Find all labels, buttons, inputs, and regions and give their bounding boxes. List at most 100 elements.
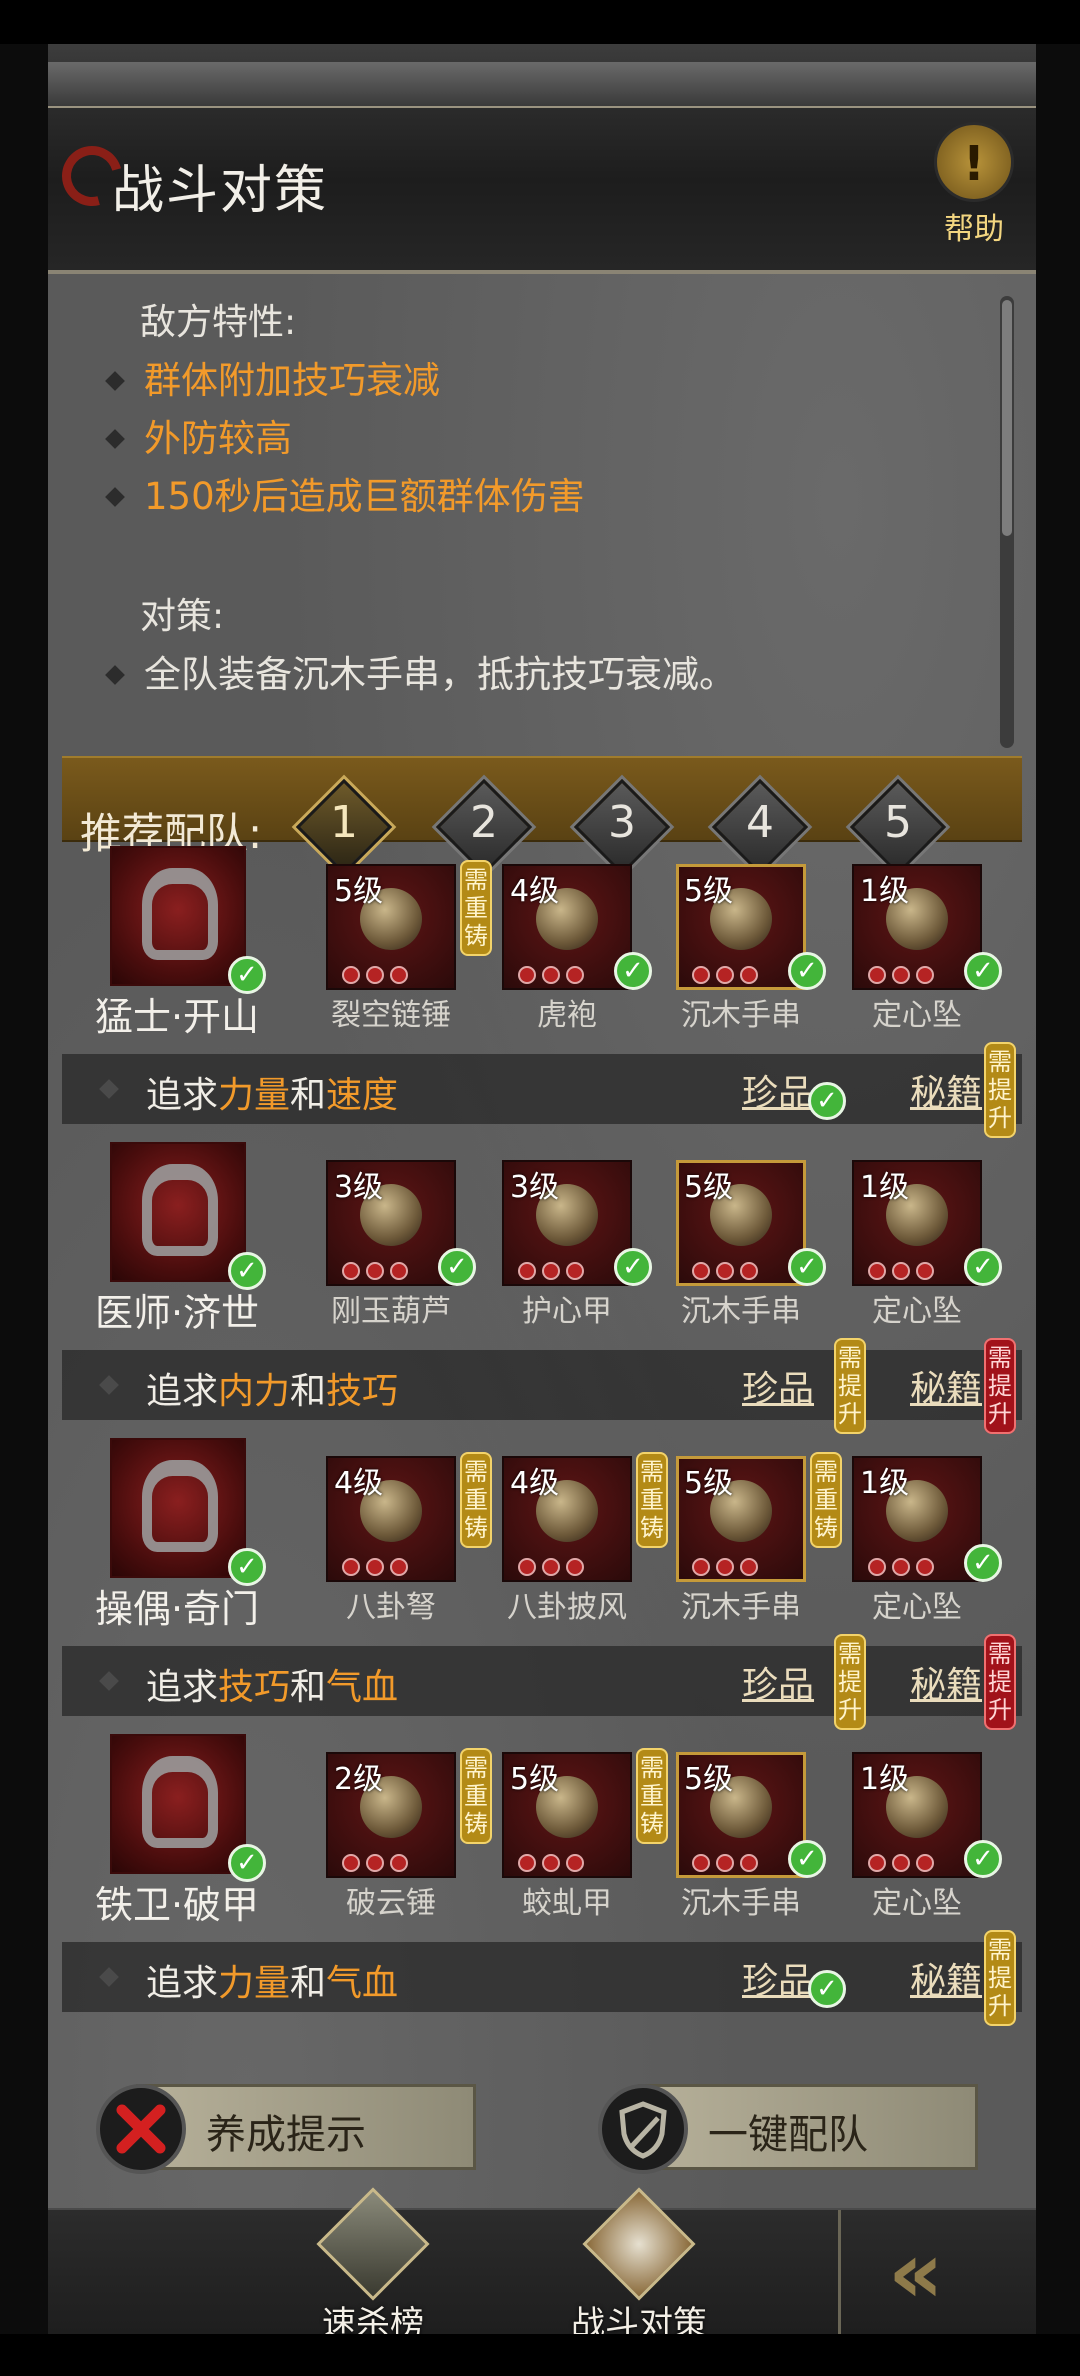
enemy-trait-item: 群体附加技巧衰减 [88, 352, 1018, 410]
equipment-level: 4级 [510, 874, 560, 909]
equipment-slot[interactable]: 3级护心甲 [502, 1160, 632, 1329]
puppeteer-emblem-icon [142, 1460, 218, 1552]
hero-portrait[interactable] [110, 1142, 246, 1282]
equipment-slot[interactable]: 5级 沉木手串 [676, 864, 806, 1033]
equipment-slot[interactable]: 5级沉木手串 [676, 1456, 806, 1625]
equipment-slot[interactable]: 4级八卦弩 [326, 1456, 456, 1625]
equipment-name: 裂空链锤 [331, 998, 451, 1033]
goal-text: 追求力量和气血 [146, 1963, 399, 2004]
check-icon: ✓ [964, 1840, 1002, 1878]
hero-name: 铁卫·破甲 [94, 1883, 260, 1927]
equipment-level: 3级 [334, 1170, 384, 1205]
treasure-link[interactable]: 珍品 [742, 1360, 814, 1412]
collapse-chevron-icon[interactable]: « [888, 2230, 1008, 2320]
equipment-level: 5级 [684, 1466, 734, 1501]
one-click-team-button[interactable]: 一键配队 [598, 2084, 988, 2174]
equipment-level: 4级 [334, 1466, 384, 1501]
diamond-bullet-icon [105, 371, 125, 391]
equipment-level: 3级 [510, 1170, 560, 1205]
treasure-link[interactable]: 珍品 [742, 1952, 814, 2004]
intel-scrollbar-thumb[interactable] [1002, 300, 1012, 536]
check-icon: ✓ [788, 1840, 826, 1878]
manual-link[interactable]: 秘籍 [910, 1064, 982, 1116]
upgrade-tag: 需提升 [984, 1042, 1016, 1138]
hero-portrait[interactable] [110, 846, 246, 986]
nav-speed-kill[interactable]: 速杀榜 [298, 2187, 448, 2344]
shield-sword-icon [598, 2084, 688, 2174]
equipment-slot[interactable]: 1级 定心坠 [852, 1456, 982, 1625]
check-icon: ✓ [788, 1248, 826, 1286]
nav-battle-strategy[interactable]: 战斗对策 [564, 2187, 714, 2344]
one-click-team-label: 一键配队 [708, 2112, 868, 2158]
upgrade-tag: 需提升 [984, 1338, 1016, 1434]
equipment-name: 沉木手串 [681, 1590, 801, 1625]
equipment-name: 沉木手串 [681, 1886, 801, 1921]
equipment-slot[interactable]: 1级 定心坠 [852, 864, 982, 1033]
equipment-name: 刚玉葫芦 [331, 1294, 451, 1329]
check-icon: ✓ [788, 952, 826, 990]
check-icon: ✓ [808, 1082, 846, 1120]
equipment-name: 定心坠 [872, 1886, 962, 1921]
equipment-slot[interactable]: 5级沉木手串 [676, 1160, 806, 1329]
goal-text: 追求内力和技巧 [146, 1371, 399, 1412]
check-icon: ✓ [614, 1248, 652, 1286]
exclamation-icon: ! [934, 122, 1014, 202]
equipment-slot[interactable]: 1级定心坠 [852, 1752, 982, 1921]
equipment-level: 1级 [860, 1762, 910, 1797]
check-icon: ✓ [964, 952, 1002, 990]
equipment-slot[interactable]: 5级 裂空链锤 [326, 864, 456, 1033]
goal-row: 追求力量和气血 珍品 ✓ 秘籍 需提升 [62, 1930, 1022, 2026]
equipment-slot[interactable]: 5级蛟虬甲 [502, 1752, 632, 1921]
equipment-name: 沉木手串 [681, 1294, 801, 1329]
check-icon: ✓ [614, 952, 652, 990]
equipment-slot[interactable]: 2级破云锤 [326, 1752, 456, 1921]
help-button[interactable]: ! 帮助 [924, 122, 1024, 247]
manual-link[interactable]: 秘籍 [910, 1656, 982, 1708]
enemy-trait-item: 150秒后造成巨额群体伤害 [88, 468, 1018, 526]
diamond-bullet-icon [105, 429, 125, 449]
equipment-slot[interactable]: 1级 定心坠 [852, 1160, 982, 1329]
hero-portrait[interactable] [110, 1734, 246, 1874]
help-label: 帮助 [944, 212, 1004, 247]
equipment-level: 4级 [510, 1466, 560, 1501]
scroll-icon [316, 2187, 430, 2301]
equipment-name: 八卦弩 [346, 1590, 436, 1625]
equipment-level: 2级 [334, 1762, 384, 1797]
equipment-level: 5级 [684, 1170, 734, 1205]
equipment-level: 5级 [684, 874, 734, 909]
recast-tag: 需重铸 [460, 1452, 492, 1548]
equipment-level: 5级 [510, 1762, 560, 1797]
equipment-slot[interactable]: 5级 沉木手串 [676, 1752, 806, 1921]
equipment-slot[interactable]: 3级刚玉葫芦 [326, 1160, 456, 1329]
equipment-name: 护心甲 [522, 1294, 612, 1329]
warrior-emblem-icon [142, 868, 218, 960]
bottom-nav: 速杀榜 战斗对策 « [48, 2187, 1036, 2344]
manual-link[interactable]: 秘籍 [910, 1360, 982, 1412]
training-tips-button[interactable]: 养成提示 [96, 2084, 486, 2174]
enemy-trait-item: 外防较高 [88, 410, 1018, 468]
manual-link[interactable]: 秘籍 [910, 1952, 982, 2004]
equipment-name: 八卦披风 [507, 1590, 627, 1625]
close-x-icon [96, 2084, 186, 2174]
recast-tag: 需重铸 [636, 1748, 668, 1844]
enemy-intel-section[interactable]: 敌方特性: 群体附加技巧衰减 外防较高 150秒后造成巨额群体伤害 对策: 全队… [88, 294, 1018, 754]
recast-tag: 需重铸 [810, 1452, 842, 1548]
equipment-name: 蛟虬甲 [522, 1886, 612, 1921]
upgrade-tag: 需提升 [984, 1930, 1016, 2026]
upgrade-tag: 需提升 [984, 1634, 1016, 1730]
hero-name: 猛士·开山 [94, 995, 260, 1039]
equipment-slot[interactable]: 4级 虎袍 [502, 864, 632, 1033]
battle-strategy-panel: 战斗对策 ! 帮助 敌方特性: 群体附加技巧衰减 外防较高 150秒后造成巨额群… [48, 44, 1036, 2344]
equipment-name: 定心坠 [872, 1294, 962, 1329]
equipment-name: 定心坠 [872, 1590, 962, 1625]
page-title: 战斗对策 [112, 161, 329, 221]
goal-text: 追求力量和速度 [146, 1075, 399, 1116]
hero-portrait[interactable] [110, 1438, 246, 1578]
equipment-slot[interactable]: 4级八卦披风 [502, 1456, 632, 1625]
treasure-link[interactable]: 珍品 [742, 1656, 814, 1708]
treasure-link[interactable]: 珍品 [742, 1064, 814, 1116]
equipment-name: 破云锤 [346, 1886, 436, 1921]
status-bar [0, 0, 1080, 44]
check-icon: ✓ [964, 1544, 1002, 1582]
advisor-portrait-icon [582, 2187, 696, 2301]
